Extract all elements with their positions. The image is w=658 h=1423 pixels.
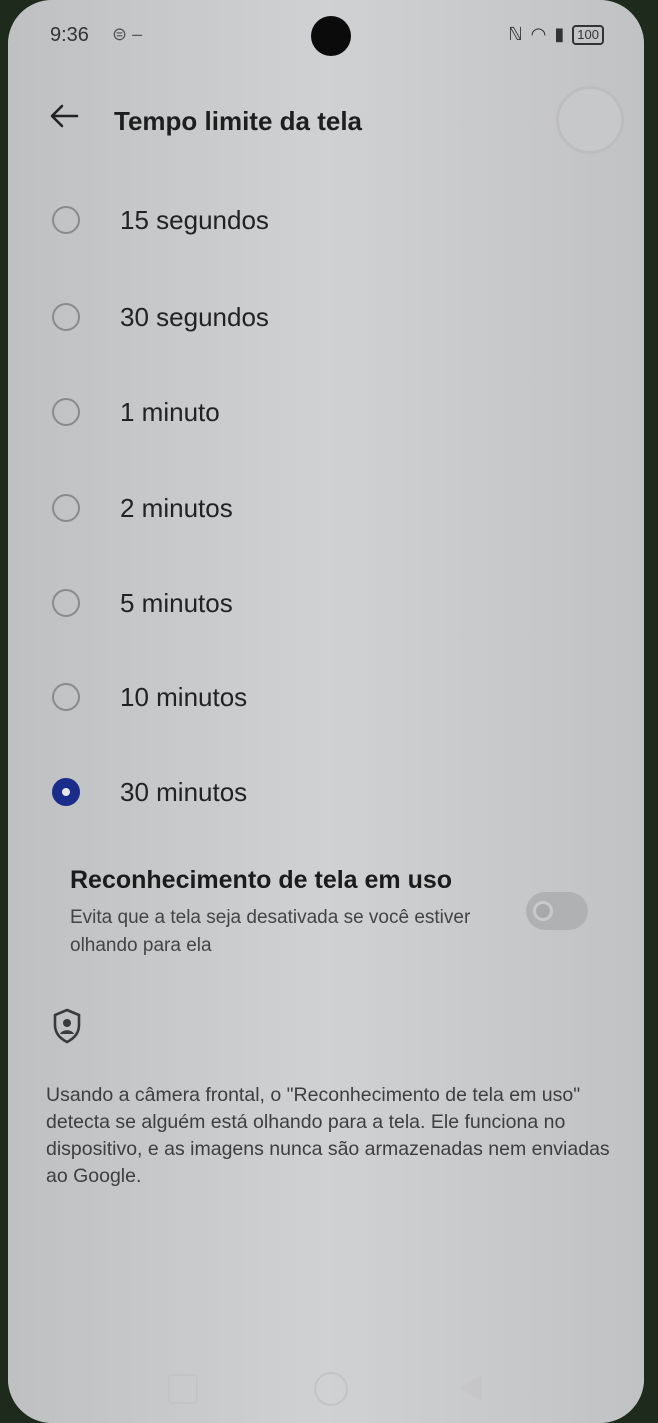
radio-button[interactable] [52,589,80,617]
screen-attention-setting[interactable]: Reconhecimento de tela em uso Evita que … [60,858,612,966]
toggle-knob [533,901,553,921]
home-button[interactable] [314,1372,348,1406]
radio-button[interactable] [52,398,80,426]
option-30-minutes[interactable]: 30 minutos [48,762,247,822]
status-right-icons: ℕ ◠ ▮ 100 [508,24,604,45]
option-10-minutes[interactable]: 10 minutos [48,667,247,727]
page-title: Tempo limite da tela [114,106,363,136]
option-30-seconds[interactable]: 30 segundos [48,287,269,347]
wifi-icon: ◠ [530,24,547,44]
app-header: Tempo limite da tela [8,88,644,148]
radio-button[interactable] [52,683,80,711]
nfc-icon: ℕ [508,24,523,44]
radio-button-selected[interactable] [52,778,80,806]
notification-icons: ⊜ – [112,24,143,44]
radio-button[interactable] [52,303,80,331]
option-label: 15 segundos [120,204,269,235]
option-label: 2 minutos [120,492,233,523]
option-1-minute[interactable]: 1 minuto [48,382,220,442]
option-label: 10 minutos [120,681,248,712]
nav-back-button[interactable] [460,1374,482,1402]
phone-screen: 9:36 ⊜ – ℕ ◠ ▮ 100 Tempo limite da tela … [8,0,644,1423]
option-label: 5 minutos [120,587,233,618]
option-5-minutes[interactable]: 5 minutos [48,573,233,633]
account-avatar[interactable] [556,86,624,154]
arrow-left-icon [50,104,79,128]
setting-title: Reconhecimento de tela em uso [70,866,453,894]
recents-button[interactable] [168,1374,198,1404]
radio-button[interactable] [52,206,80,234]
status-time: 9:36 [50,24,89,46]
battery-icon: 100 [572,24,604,45]
system-nav-bar [8,1360,644,1410]
option-label: 30 segundos [120,301,269,332]
setting-description: Evita que a tela seja desativada se você… [70,907,471,956]
radio-button[interactable] [52,494,80,522]
privacy-shield-icon [53,1008,81,1044]
option-15-seconds[interactable]: 15 segundos [48,190,269,250]
screen-attention-toggle[interactable] [526,892,588,930]
option-2-minutes[interactable]: 2 minutos [48,478,233,538]
option-label: 1 minuto [120,396,220,427]
front-camera-cutout [311,16,351,56]
back-button[interactable] [46,98,82,134]
info-text: Usando a câmera frontal, o "Reconhecimen… [46,1084,610,1187]
cellular-icon: ▮ [554,24,565,44]
option-label: 30 minutos [120,776,248,807]
